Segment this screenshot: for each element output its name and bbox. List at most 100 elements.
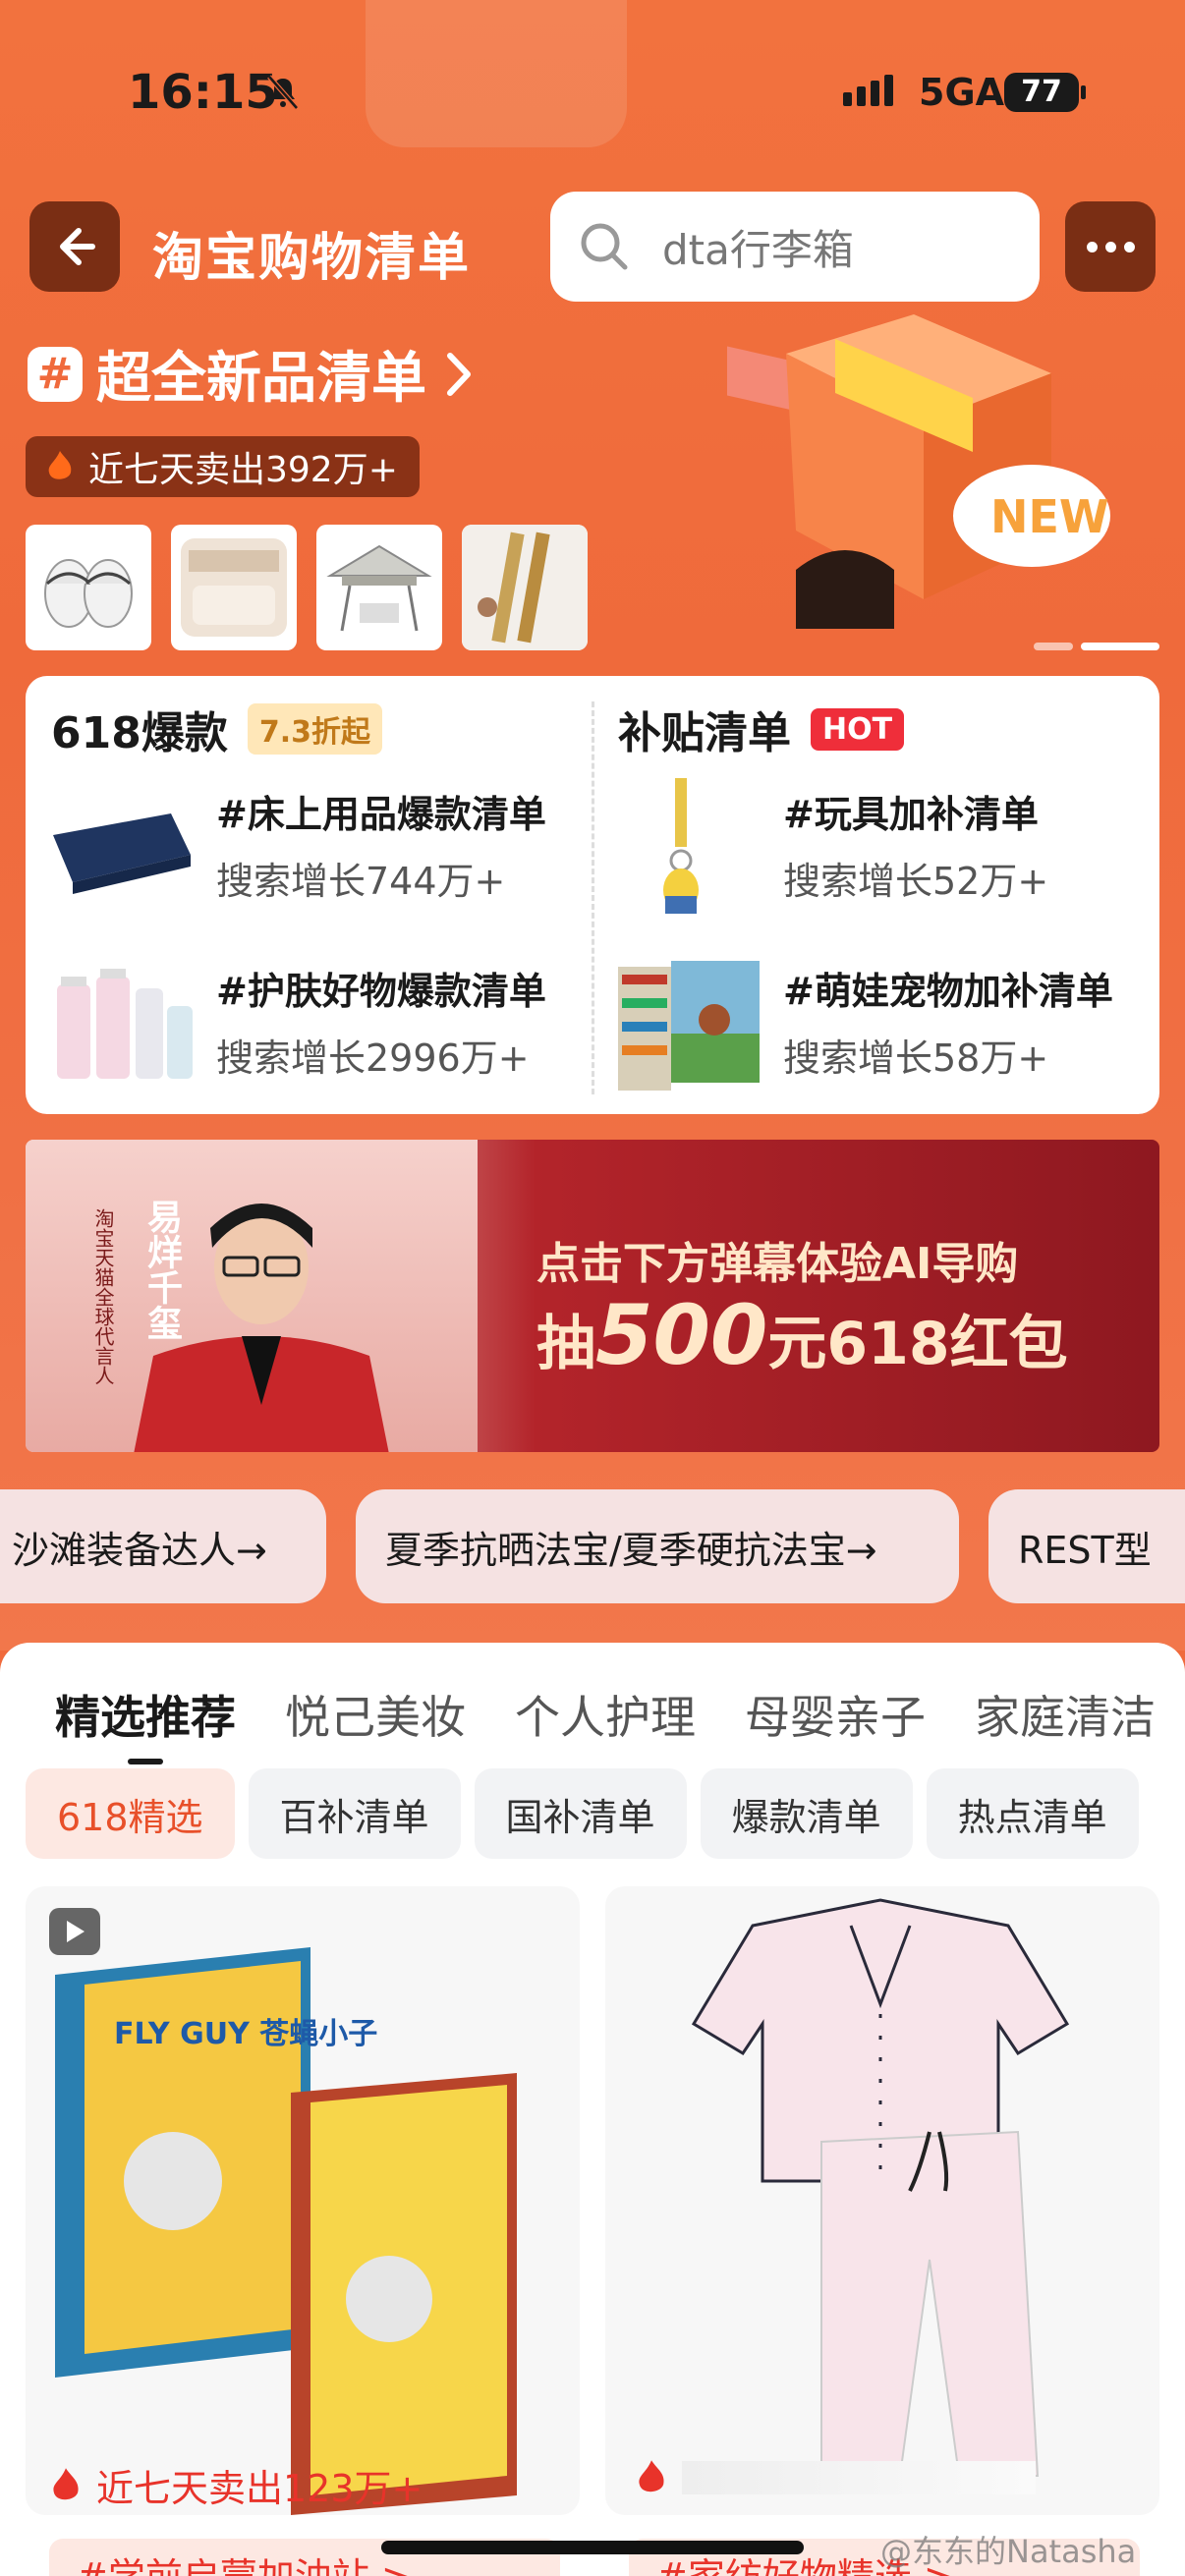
- signal-icon: [843, 75, 893, 106]
- product-card-pajamas[interactable]: [605, 1886, 1159, 2515]
- flame-icon: [53, 2467, 79, 2499]
- discount-badge: 7.3折起: [247, 703, 383, 755]
- list-item[interactable]: #护肤好物爆款清单 搜索增长2996万+: [43, 951, 584, 1098]
- status-time: 16:15: [128, 65, 278, 120]
- pajama-set-image: [691, 1898, 1070, 2477]
- product-thumb-pencil[interactable]: [462, 525, 588, 650]
- flame-icon: [48, 451, 72, 479]
- subsidy-title: 补贴清单: [618, 708, 791, 758]
- ai-shopping-promo-banner[interactable]: 淘宝天猫全球代言人 易烊千玺 点击下方弹幕体验AI导购 抽500元618红包: [26, 1140, 1159, 1452]
- list-item-growth: 搜索增长2996万+: [216, 1036, 530, 1080]
- subsidy-header: 补贴清单 HOT: [618, 698, 905, 760]
- list-item-name: #床上用品爆款清单: [216, 793, 546, 836]
- bell-muted-icon: [267, 75, 299, 110]
- promo-prize-prefix: 抽: [536, 1310, 595, 1378]
- picture-books-image: [618, 961, 760, 1091]
- more-dot-icon: [1086, 241, 1098, 252]
- subtab-baibu[interactable]: 百补清单: [248, 1768, 461, 1859]
- arrow-left-icon: [60, 228, 95, 265]
- product-card-books[interactable]: FLY GUY 苍蝇小子: [26, 1886, 580, 2515]
- camping-table-image: [326, 544, 432, 632]
- spokesperson-name: 易烊千玺: [141, 1199, 182, 1340]
- list-item-name: #护肤好物爆款清单: [216, 970, 546, 1013]
- search-placeholder: dta行李箱: [662, 225, 854, 274]
- book-cover-title: FLY GUY 苍蝇小子: [114, 2017, 377, 2051]
- skincare-bottles-image: [57, 969, 193, 1079]
- carousel-indicator: [1034, 643, 1159, 650]
- tab-personal-care[interactable]: 个人护理: [515, 1682, 696, 1747]
- hash-icon: #: [28, 346, 83, 402]
- list-item[interactable]: #床上用品爆款清单 搜索增长744万+: [43, 774, 584, 922]
- tab-featured[interactable]: 精选推荐: [55, 1682, 236, 1764]
- list-item-name: #玩具加补清单: [783, 793, 1039, 836]
- sub-tabs: 618精选 百补清单 国补清单 爆款清单 热点清单: [26, 1768, 1139, 1859]
- hot-618-title: 618爆款: [51, 708, 228, 758]
- network-label: 5GA: [919, 71, 1005, 114]
- carousel-dot: [1034, 643, 1073, 650]
- sold-count-text: 近七天卖出392万+: [88, 450, 398, 490]
- list-item-name: #萌娃宠物加补清单: [783, 970, 1113, 1013]
- search-input[interactable]: dta行李箱: [550, 192, 1040, 302]
- subtab-guobu[interactable]: 国补清单: [474, 1768, 687, 1859]
- product-sales-stat: 近七天卖出123万+: [49, 2458, 423, 2512]
- subsidy-column[interactable]: 补贴清单 HOT #玩具加补清单 搜索增长52万+ #萌娃宠物加补清单 搜索增长…: [592, 676, 1159, 1114]
- blurred-text: [682, 2461, 1036, 2494]
- list-item-growth: 搜索增长744万+: [216, 860, 506, 903]
- product-thumb-slippers[interactable]: [26, 525, 151, 650]
- sold-count-badge: 近七天卖出392万+: [26, 436, 420, 497]
- new-products-title: 超全新品清单: [96, 347, 426, 411]
- watermark: @东东的Natasha: [880, 2533, 1137, 2570]
- tab-beauty[interactable]: 悦己美妆: [285, 1682, 466, 1747]
- promo-prize-suffix: 元618红包: [767, 1310, 1068, 1378]
- list-item-growth: 搜索增长52万+: [783, 860, 1049, 903]
- tissue-pack-image: [181, 538, 287, 637]
- category-tabs: 精选推荐 悦己美妆 个人护理 母婴亲子 家庭清洁: [55, 1682, 1156, 1764]
- promo-prize: 抽500元618红包: [536, 1287, 1068, 1383]
- product-thumb-tissue[interactable]: [171, 525, 297, 650]
- home-indicator: [381, 2541, 804, 2554]
- battery-icon: 77: [1004, 73, 1086, 112]
- fly-guy-books-image: FLY GUY 苍蝇小子: [55, 1947, 517, 2515]
- chip-summer-sunscreen[interactable]: 夏季抗晒法宝/夏季硬抗法宝→: [356, 1489, 959, 1603]
- subtab-bestsellers[interactable]: 爆款清单: [700, 1768, 913, 1859]
- more-dot-icon: [1104, 241, 1116, 252]
- more-button[interactable]: [1065, 201, 1156, 292]
- topic-chips: 沙滩装备达人→ 夏季抗晒法宝/夏季硬抗法宝→ REST型: [0, 1489, 1185, 1603]
- toy-keychain-image: [663, 778, 699, 914]
- search-icon: [581, 223, 628, 270]
- subtab-618[interactable]: 618精选: [26, 1768, 235, 1859]
- product-sales-stat-obscured: [635, 2458, 1036, 2497]
- spokesperson-title: 淘宝天猫全球代言人: [91, 1208, 115, 1385]
- list-item[interactable]: #萌娃宠物加补清单 搜索增长58万+: [610, 951, 1151, 1098]
- bedding-image: [53, 813, 191, 894]
- new-badge-text: NEW: [990, 490, 1109, 543]
- back-button[interactable]: [29, 201, 120, 292]
- tab-home-cleaning[interactable]: 家庭清洁: [975, 1682, 1156, 1747]
- chip-beach-gear[interactable]: 沙滩装备达人→: [0, 1489, 326, 1603]
- hot-badge: HOT: [811, 707, 905, 751]
- chevron-right-icon: [447, 352, 471, 396]
- list-item[interactable]: #玩具加补清单 搜索增长52万+: [610, 774, 1151, 922]
- recommendation-feed: 精选推荐 悦己美妆 个人护理 母婴亲子 家庭清洁 618精选 百补清单 国补清单…: [0, 1643, 1185, 2576]
- product-thumb-tent[interactable]: [316, 525, 442, 650]
- hot-618-column[interactable]: 618爆款 7.3折起 #床上用品爆款清单 搜索增长744万+ #护肤好物爆款清…: [26, 676, 592, 1114]
- new-products-thumbnails: [26, 525, 588, 650]
- status-bar: 16:15 5GA 77: [0, 0, 1185, 187]
- list-item-growth: 搜索增长58万+: [783, 1036, 1049, 1080]
- video-play-icon: [49, 1908, 100, 1955]
- carousel-dot-active: [1081, 643, 1159, 650]
- new-products-header[interactable]: # 超全新品清单: [28, 334, 476, 414]
- page-title: 淘宝购物清单: [152, 229, 472, 288]
- hot-618-header: 618爆款 7.3折起: [51, 698, 383, 760]
- promo-prize-amount: 500: [595, 1287, 768, 1383]
- flame-icon: [639, 2460, 664, 2492]
- more-dot-icon: [1123, 241, 1135, 252]
- slippers-image: [44, 559, 133, 628]
- subtab-trending[interactable]: 热点清单: [926, 1768, 1139, 1859]
- promo-headline: 点击下方弹幕体验AI导购: [536, 1239, 1019, 1289]
- tab-mother-baby[interactable]: 母婴亲子: [745, 1682, 926, 1747]
- product-sales-text: 近七天卖出123万+: [96, 2467, 423, 2510]
- new-box-illustration: NEW: [727, 314, 1110, 629]
- chip-rest[interactable]: REST型: [988, 1489, 1185, 1603]
- list-card: 618爆款 7.3折起 #床上用品爆款清单 搜索增长744万+ #护肤好物爆款清…: [26, 676, 1159, 1114]
